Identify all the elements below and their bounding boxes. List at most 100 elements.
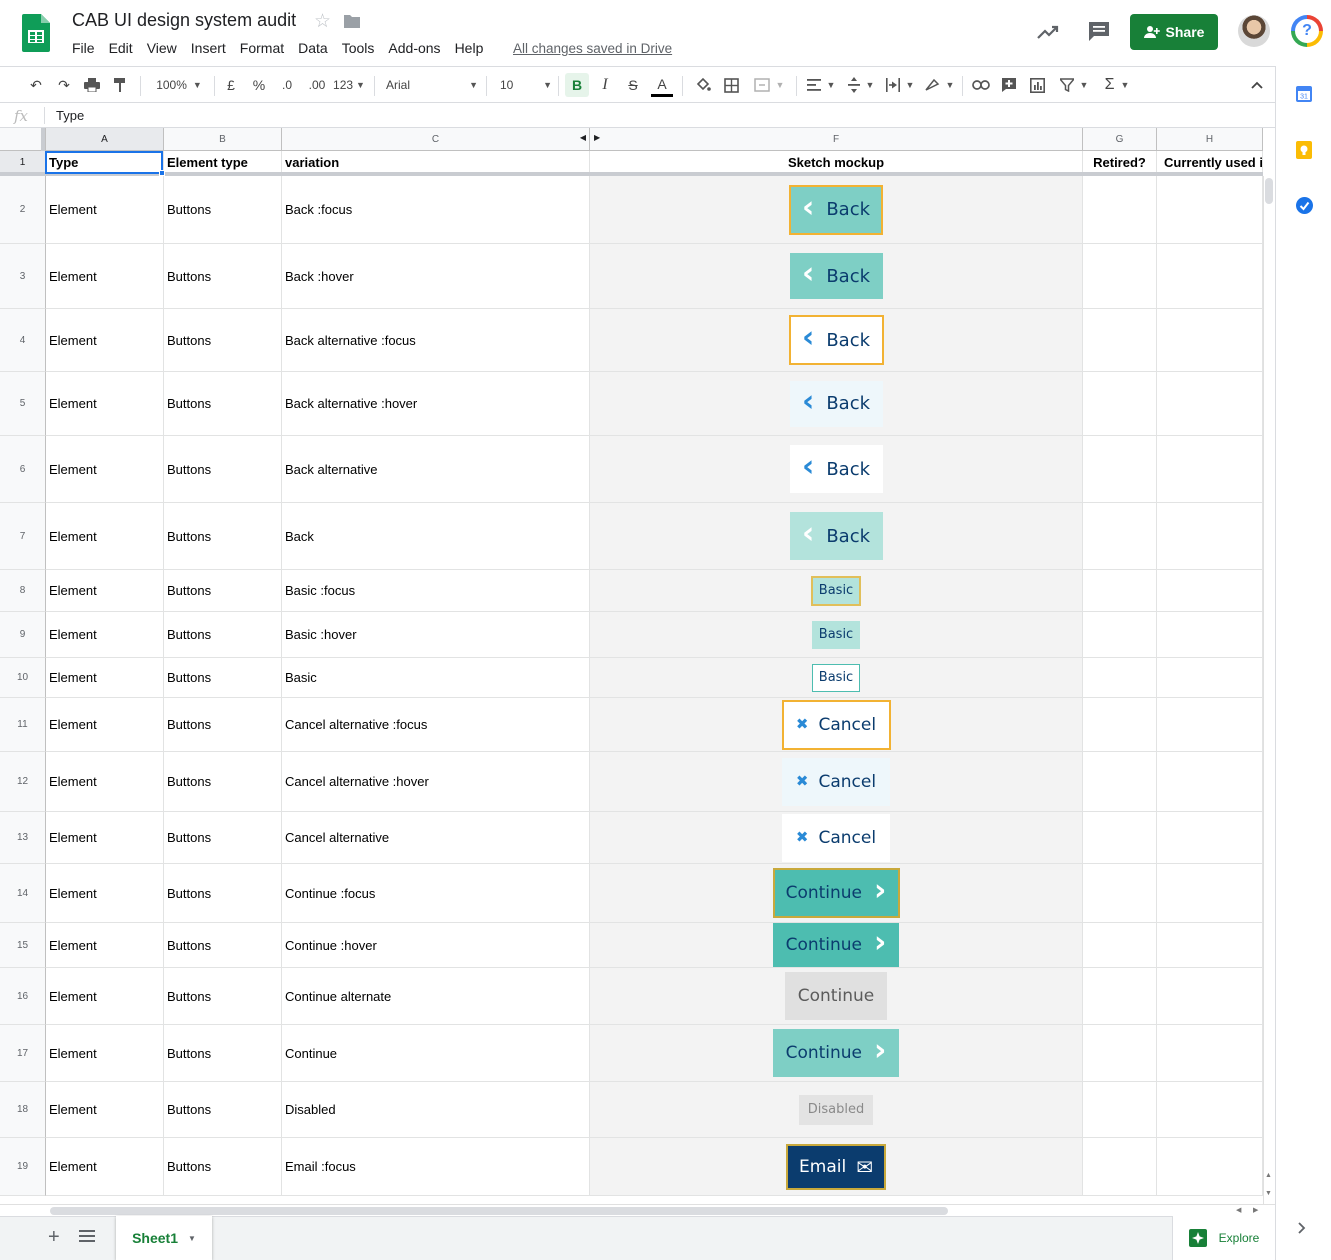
- cell-g7[interactable]: [1083, 503, 1157, 570]
- row-header-13[interactable]: 13: [0, 812, 46, 864]
- vertical-align-icon[interactable]: ▼: [846, 73, 876, 97]
- row-header-19[interactable]: 19: [0, 1138, 46, 1196]
- avatar[interactable]: [1238, 15, 1270, 47]
- cell-g16[interactable]: [1083, 968, 1157, 1025]
- cell-f17[interactable]: Continue ›: [590, 1025, 1083, 1082]
- cell-b19[interactable]: Buttons: [164, 1138, 282, 1196]
- row-header-9[interactable]: 9: [0, 612, 46, 658]
- row-header-15[interactable]: 15: [0, 923, 46, 968]
- comments-icon[interactable]: [1087, 20, 1111, 42]
- vertical-scrollbar[interactable]: [1263, 176, 1275, 1204]
- cell-c5[interactable]: Back alternative :hover: [282, 372, 590, 436]
- cell-h7[interactable]: [1157, 503, 1263, 570]
- activity-trend-icon[interactable]: [1036, 22, 1060, 42]
- column-header-b[interactable]: B: [164, 128, 282, 151]
- menu-insert[interactable]: Insert: [184, 39, 233, 59]
- row-header-11[interactable]: 11: [0, 698, 46, 752]
- cell-h19[interactable]: [1157, 1138, 1263, 1196]
- cell-b5[interactable]: Buttons: [164, 372, 282, 436]
- sheet-tab-sheet1[interactable]: Sheet1 ▼: [116, 1216, 212, 1260]
- cell-h13[interactable]: [1157, 812, 1263, 864]
- undo-icon[interactable]: ↶: [24, 73, 48, 97]
- cell-g4[interactable]: [1083, 309, 1157, 372]
- row-header-18[interactable]: 18: [0, 1082, 46, 1138]
- cell-c4[interactable]: Back alternative :focus: [282, 309, 590, 372]
- cell-h4[interactable]: [1157, 309, 1263, 372]
- cell-g5[interactable]: [1083, 372, 1157, 436]
- row-header-2[interactable]: 2: [0, 176, 46, 244]
- cell-c8[interactable]: Basic :focus: [282, 570, 590, 612]
- horizontal-scroll-thumb[interactable]: [50, 1207, 948, 1215]
- cell-c12[interactable]: Cancel alternative :hover: [282, 752, 590, 812]
- cell-f6[interactable]: ‹ Back: [590, 436, 1083, 503]
- functions-icon[interactable]: Σ ▼: [1100, 73, 1134, 97]
- cell-f4[interactable]: ‹ Back: [590, 309, 1083, 372]
- cell-b3[interactable]: Buttons: [164, 244, 282, 309]
- row-header-10[interactable]: 10: [0, 658, 46, 698]
- cell-c9[interactable]: Basic :hover: [282, 612, 590, 658]
- borders-icon[interactable]: [720, 73, 742, 97]
- cell-g10[interactable]: [1083, 658, 1157, 698]
- sheet-tab-menu-icon[interactable]: ▼: [188, 1234, 196, 1243]
- cell-g11[interactable]: [1083, 698, 1157, 752]
- cell-f1[interactable]: Sketch mockup: [590, 151, 1083, 174]
- cell-c19[interactable]: Email :focus: [282, 1138, 590, 1196]
- row-header-3[interactable]: 3: [0, 244, 46, 309]
- zoom-select[interactable]: 100% ▼: [152, 73, 206, 97]
- cell-h18[interactable]: [1157, 1082, 1263, 1138]
- cell-f8[interactable]: Basic: [590, 570, 1083, 612]
- cell-f13[interactable]: ✖ Cancel: [590, 812, 1083, 864]
- paint-format-icon[interactable]: [108, 73, 132, 97]
- cell-b18[interactable]: Buttons: [164, 1082, 282, 1138]
- collapse-toolbar-icon[interactable]: [1246, 73, 1268, 97]
- percent-format-button[interactable]: %: [250, 73, 268, 97]
- text-wrapping-icon[interactable]: ▼: [884, 73, 916, 97]
- cell-f11[interactable]: ✖ Cancel: [590, 698, 1083, 752]
- cell-b13[interactable]: Buttons: [164, 812, 282, 864]
- row-header-5[interactable]: 5: [0, 372, 46, 436]
- cell-c13[interactable]: Cancel alternative: [282, 812, 590, 864]
- google-account-icon[interactable]: ?: [1291, 15, 1323, 47]
- row-header-8[interactable]: 8: [0, 570, 46, 612]
- cell-c14[interactable]: Continue :focus: [282, 864, 590, 923]
- cell-c1[interactable]: variation: [282, 151, 590, 174]
- cell-c18[interactable]: Disabled: [282, 1082, 590, 1138]
- insert-link-icon[interactable]: [970, 73, 992, 97]
- cell-b8[interactable]: Buttons: [164, 570, 282, 612]
- menu-tools[interactable]: Tools: [335, 39, 382, 59]
- row-header-16[interactable]: 16: [0, 968, 46, 1025]
- cell-a18[interactable]: Element: [46, 1082, 164, 1138]
- cell-b12[interactable]: Buttons: [164, 752, 282, 812]
- cell-a7[interactable]: Element: [46, 503, 164, 570]
- menu-edit[interactable]: Edit: [102, 39, 140, 59]
- cell-g1[interactable]: Retired?: [1083, 151, 1157, 174]
- cell-a4[interactable]: Element: [46, 309, 164, 372]
- cell-a6[interactable]: Element: [46, 436, 164, 503]
- cell-c15[interactable]: Continue :hover: [282, 923, 590, 968]
- italic-button[interactable]: I: [595, 73, 615, 97]
- cell-f2[interactable]: ‹ Back: [590, 176, 1083, 244]
- cell-c17[interactable]: Continue: [282, 1025, 590, 1082]
- explore-button[interactable]: Explore: [1172, 1216, 1275, 1260]
- cell-f15[interactable]: Continue ›: [590, 923, 1083, 968]
- decrease-decimal-button[interactable]: .0: [276, 73, 298, 97]
- cell-a12[interactable]: Element: [46, 752, 164, 812]
- cell-a5[interactable]: Element: [46, 372, 164, 436]
- filter-icon[interactable]: ▼: [1054, 73, 1094, 97]
- insert-chart-icon[interactable]: [1026, 73, 1048, 97]
- menu-format[interactable]: Format: [233, 39, 291, 59]
- cell-h3[interactable]: [1157, 244, 1263, 309]
- cell-g17[interactable]: [1083, 1025, 1157, 1082]
- cell-h15[interactable]: [1157, 923, 1263, 968]
- cell-a16[interactable]: Element: [46, 968, 164, 1025]
- bold-button[interactable]: B: [565, 73, 589, 97]
- menu-addons[interactable]: Add-ons: [381, 39, 447, 59]
- expand-side-panel-icon[interactable]: [1298, 1222, 1306, 1234]
- cell-h5[interactable]: [1157, 372, 1263, 436]
- increase-decimal-button[interactable]: .00: [304, 73, 330, 97]
- scroll-up-icon[interactable]: ▲: [1265, 1172, 1272, 1179]
- cell-g15[interactable]: [1083, 923, 1157, 968]
- row-header-17[interactable]: 17: [0, 1025, 46, 1082]
- select-all-corner[interactable]: [0, 128, 46, 151]
- cell-c11[interactable]: Cancel alternative :focus: [282, 698, 590, 752]
